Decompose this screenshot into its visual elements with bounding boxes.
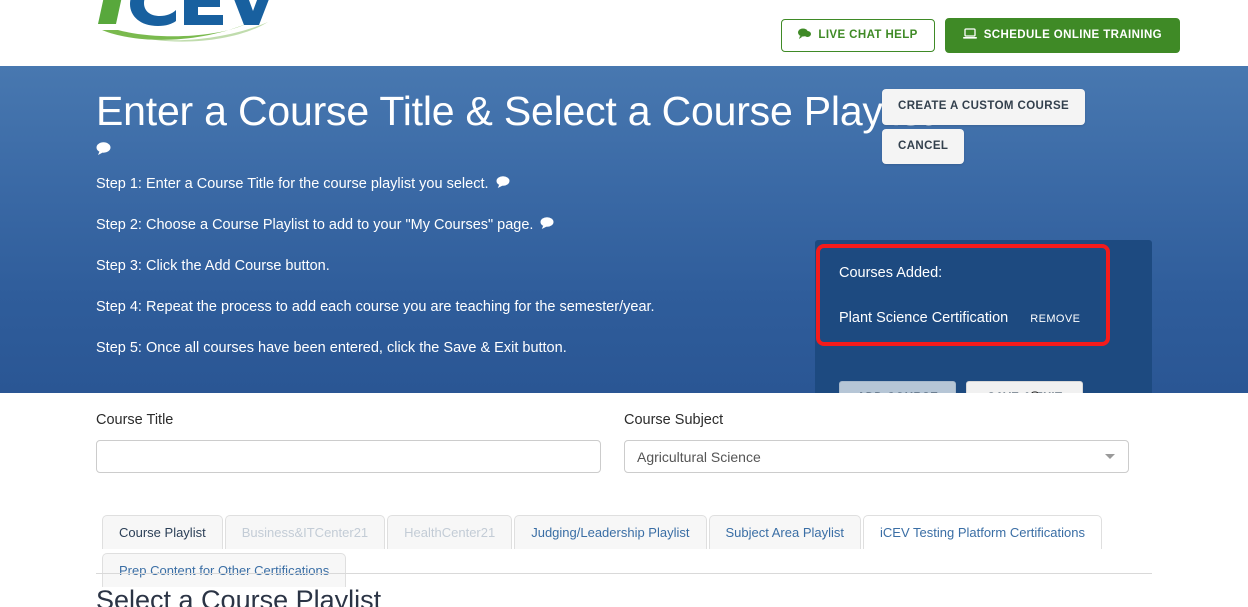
tab-subject-area-playlist[interactable]: Subject Area Playlist [708,515,862,549]
tab-course-playlist[interactable]: Course Playlist [102,515,223,549]
step-3-text: Step 3: Click the Add Course button. [96,258,330,274]
add-course-button[interactable]: ADD COURSE [839,381,957,393]
remove-course-link[interactable]: REMOVE [1030,313,1080,325]
save-and-exit-button[interactable]: SAVE & EXIT [966,381,1084,393]
course-subject-label: Course Subject [624,412,724,428]
course-title-input[interactable] [96,440,601,473]
tab-judging-leadership-playlist[interactable]: Judging/Leadership Playlist [514,515,707,549]
title-help-bubble-icon[interactable] [96,142,111,160]
icev-logo[interactable] [96,0,276,52]
tab-prep-content-other-certifications[interactable]: Prep Content for Other Certifications [102,553,347,587]
live-chat-help-label: LIVE CHAT HELP [818,28,918,41]
course-form-section: Course Title Course Subject Agricultural… [0,393,1248,607]
laptop-icon [962,28,977,43]
tab-business-it-center21: Business&ITCenter21 [224,515,386,549]
step-5-text: Step 5: Once all courses have been enter… [96,340,567,356]
page-title: Enter a Course Title & Select a Course P… [96,88,933,134]
step-item: Step 3: Click the Add Course button. [96,258,655,274]
create-custom-course-button[interactable]: CREATE A CUSTOM COURSE [882,89,1086,125]
tab-icev-testing-platform-certifications[interactable]: iCEV Testing Platform Certifications [863,515,1102,549]
step-2-text: Step 2: Choose a Course Playlist to add … [96,217,534,233]
added-course-name: Plant Science Certification [839,310,1009,326]
header-action-buttons: LIVE CHAT HELP SCHEDULE ONLINE TRAINING [781,18,1180,53]
hero-overlay-buttons: CREATE A CUSTOM COURSE CANCEL [882,89,1086,164]
chat-bubble-icon [798,28,812,43]
page-root: LIVE CHAT HELP SCHEDULE ONLINE TRAINING … [0,0,1248,607]
chevron-down-icon [1105,454,1115,459]
playlist-tabs: Course Playlist Business&ITCenter21 Heal… [102,515,1152,589]
live-chat-help-button[interactable]: LIVE CHAT HELP [781,19,935,52]
steps-list: Step 1: Enter a Course Title for the cou… [96,176,655,356]
course-subject-select[interactable]: Agricultural Science [624,440,1129,473]
schedule-online-training-label: SCHEDULE ONLINE TRAINING [983,28,1162,41]
step-item: Step 5: Once all courses have been enter… [96,340,655,356]
step-1-text: Step 1: Enter a Course Title for the cou… [96,176,489,192]
cancel-button[interactable]: CANCEL [882,128,965,164]
tabs-divider [96,573,1152,574]
step-2-help-bubble-icon[interactable] [540,217,554,233]
section-title: Select a Course Playlist [96,585,382,607]
added-course-row: Plant Science Certification REMOVE [839,310,1107,326]
courses-added-heading: Courses Added: [839,265,943,281]
hero-banner: Enter a Course Title & Select a Course P… [0,66,1248,393]
step-item: Step 1: Enter a Course Title for the cou… [96,176,655,192]
schedule-online-training-button[interactable]: SCHEDULE ONLINE TRAINING [944,18,1180,53]
course-title-label: Course Title [96,412,174,428]
tab-health-center21: HealthCenter21 [387,515,513,549]
step-item: Step 4: Repeat the process to add each c… [96,299,655,315]
step-1-help-bubble-icon[interactable] [496,176,510,192]
step-4-text: Step 4: Repeat the process to add each c… [96,299,655,315]
site-header: LIVE CHAT HELP SCHEDULE ONLINE TRAINING [0,0,1248,66]
course-subject-value: Agricultural Science [637,448,761,465]
courses-added-panel: Courses Added: Plant Science Certificati… [815,240,1152,393]
step-item: Step 2: Choose a Course Playlist to add … [96,217,655,233]
